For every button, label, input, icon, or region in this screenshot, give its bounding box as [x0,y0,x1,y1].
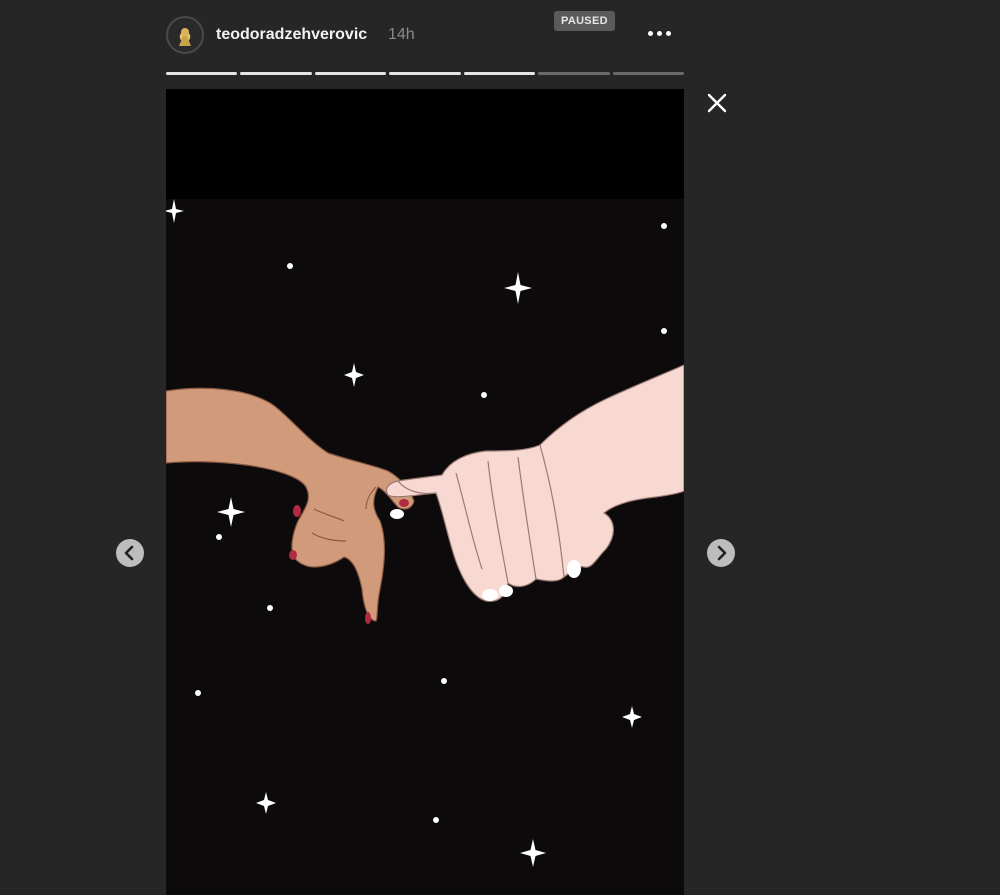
avatar[interactable] [166,16,204,54]
progress-segment [314,72,387,75]
story-header: teodoradzehverovic 14h PAUSED [166,11,684,58]
next-story-button[interactable] [707,539,735,567]
timestamp: 14h [388,26,415,43]
chevron-left-icon [124,545,134,561]
username[interactable]: teodoradzehverovic [216,26,367,44]
close-icon[interactable] [704,90,730,116]
story-progress-bar [166,72,684,75]
previous-story-button[interactable] [116,539,144,567]
more-options-icon[interactable] [644,22,676,42]
paused-badge: PAUSED [554,11,615,31]
pinky-promise-illustration [166,89,684,895]
progress-segment [463,72,536,75]
progress-segment [240,72,312,75]
progress-segment [538,72,610,75]
progress-segment [612,72,684,75]
chevron-right-icon [717,545,727,561]
story-media[interactable] [166,89,684,895]
progress-segment [389,72,461,75]
progress-segment [166,72,238,75]
